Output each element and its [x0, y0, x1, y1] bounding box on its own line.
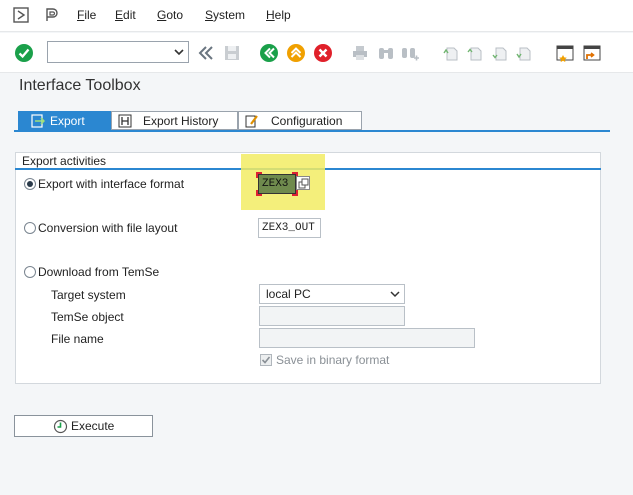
temse-object-label: TemSe object — [51, 310, 124, 324]
create-session-icon[interactable] — [555, 43, 575, 63]
generate-shortcut-icon[interactable] — [582, 43, 602, 63]
focus-corner-bl — [256, 190, 262, 196]
menu-edit[interactable]: Edit — [115, 8, 136, 22]
binary-format-label: Save in binary format — [276, 353, 390, 367]
menu-bar: File Edit Goto System Help — [0, 0, 633, 32]
tab-export-history[interactable]: Export History — [111, 111, 238, 130]
page-title: Interface Toolbox — [19, 77, 141, 94]
last-page-icon — [513, 43, 533, 63]
exit-icon[interactable] — [286, 43, 306, 63]
file-layout-field[interactable]: ZEX3_OUT — [258, 218, 321, 238]
command-field[interactable] — [47, 41, 189, 63]
radio-export-interface-format[interactable] — [24, 178, 36, 190]
target-system-select[interactable]: local PC — [259, 284, 405, 304]
double-chevron-left-icon[interactable] — [196, 43, 216, 63]
menu-file[interactable]: File — [77, 8, 96, 22]
menu-goto[interactable]: Goto — [157, 8, 183, 22]
previous-page-icon — [464, 43, 484, 63]
save-icon — [222, 43, 242, 63]
focus-corner-br — [292, 190, 298, 196]
file-name-field[interactable] — [259, 328, 475, 348]
execute-icon — [53, 419, 68, 434]
configuration-icon — [245, 115, 258, 128]
group-title: Export activities — [22, 154, 107, 168]
history-icon — [118, 114, 132, 128]
value-help-button[interactable] — [296, 176, 310, 190]
file-name-label: File name — [51, 332, 104, 346]
checkmark-icon — [261, 356, 271, 364]
find-next-icon — [400, 43, 420, 63]
execute-label: Execute — [71, 419, 115, 433]
menu-help[interactable]: Help — [266, 8, 291, 22]
radio-download-temse[interactable] — [24, 266, 36, 278]
tab-strip-line — [14, 130, 610, 132]
focus-corner-tl — [256, 172, 262, 178]
sap-menu-icon[interactable] — [13, 7, 29, 23]
chevron-down-icon[interactable] — [173, 45, 185, 59]
interface-format-field[interactable]: ZEX3 — [258, 174, 296, 194]
personalize-icon[interactable] — [44, 7, 60, 23]
execute-button[interactable]: Execute — [14, 415, 153, 437]
tab-configuration[interactable]: Configuration — [238, 111, 362, 130]
target-system-label: Target system — [51, 288, 126, 302]
radio-download-temse-label: Download from TemSe — [38, 265, 160, 279]
temse-object-field[interactable] — [259, 306, 405, 326]
first-page-icon — [440, 43, 460, 63]
radio-conversion-file-layout[interactable] — [24, 222, 36, 234]
menu-system[interactable]: System — [205, 8, 245, 22]
print-icon — [350, 43, 370, 63]
tab-configuration-label: Configuration — [271, 114, 343, 128]
next-page-icon — [489, 43, 509, 63]
find-icon — [376, 43, 396, 63]
radio-conversion-file-layout-label: Conversion with file layout — [38, 221, 178, 235]
cancel-icon[interactable] — [313, 43, 333, 63]
binary-format-checkbox[interactable] — [260, 354, 272, 366]
export-icon — [31, 114, 45, 128]
back-icon[interactable] — [259, 43, 279, 63]
value-help-icon — [298, 178, 309, 189]
tab-export-label: Export — [50, 114, 85, 128]
tab-export-history-label: Export History — [143, 114, 219, 128]
radio-export-interface-format-label: Export with interface format — [38, 177, 185, 191]
tab-export[interactable]: Export — [18, 111, 111, 130]
enter-icon[interactable] — [14, 43, 34, 63]
chevron-down-icon[interactable] — [390, 289, 400, 299]
target-system-value: local PC — [266, 287, 311, 301]
standard-toolbar — [0, 33, 633, 73]
